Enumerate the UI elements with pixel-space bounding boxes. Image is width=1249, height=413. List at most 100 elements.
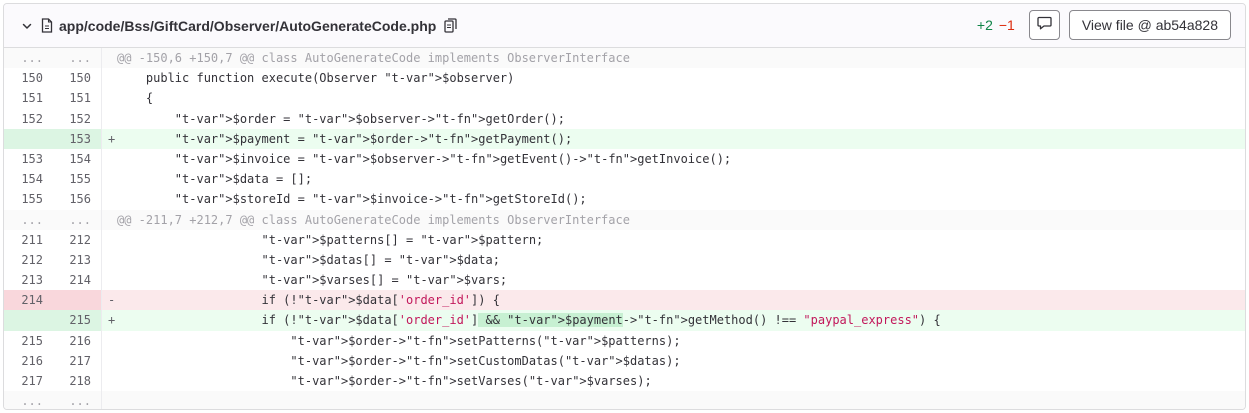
diff-line: 216 217 "t-var">$order->"t-fn">setCustomD… [4,350,1245,371]
diff-line-removed: 214 - if (!"t-var">$data['order_id']) { [4,290,1245,311]
code-line: "t-var">$data = []; [174,172,313,187]
old-line-number[interactable]: 151 [4,88,53,108]
old-line-number[interactable]: 153 [4,149,53,169]
diff-hunk-header: ...... @@ -211,7 +212,7 @@ class AutoGene… [4,209,1245,230]
comment-button[interactable] [1028,10,1060,40]
new-line-number[interactable]: 216 [53,330,102,351]
old-line-number[interactable]: 216 [4,351,53,371]
diff-line: 154 155 "t-var">$data = []; [4,169,1245,190]
file-path[interactable]: app/code/Bss/GiftCard/Observer/AutoGener… [59,18,436,34]
copy-icon[interactable] [444,18,458,34]
diff-hunk-header: ...... [4,391,1245,409]
new-line-number[interactable]: 150 [53,68,102,89]
new-line-number[interactable]: 214 [53,270,102,291]
diff-line-added: 153 + "t-var">$payment = "t-var">$order->… [4,128,1245,149]
code-line: "t-var">$order = "t-var">$observer->"t-f… [174,111,565,126]
diff-line-added: 215 + if (!"t-var">$data['order_id'] && "… [4,310,1245,331]
diff-sign [102,391,117,409]
diff-sign: + [108,313,116,328]
new-line-number[interactable]: 213 [53,249,102,271]
diff-line: 150 150 public function execute(Observer … [4,68,1245,89]
old-line-number[interactable]: ... [4,48,53,69]
code-line: if (!"t-var">$data['order_id'] && "t-var… [117,313,941,328]
diff-line: 212 213 "t-var">$datas[] = "t-var">$data; [4,249,1245,271]
code-line: "t-var">$datas[] = "t-var">$data; [261,252,500,267]
diff-line: 211 212 "t-var">$patterns[] = "t-var">$pa… [4,229,1245,250]
new-line-number[interactable]: 152 [53,108,102,129]
code-line: if (!"t-var">$data['order_id']) { [117,293,500,308]
diff-sign: + [108,131,116,146]
diff-sign [102,48,117,69]
diff-sign [102,68,117,88]
file-icon [41,18,55,34]
chevron-down-icon[interactable] [20,19,34,33]
diff-sign [102,230,117,250]
new-line-number[interactable]: 151 [53,88,102,109]
code-line [117,391,1245,409]
diff-sign [102,88,117,108]
old-line-number[interactable]: 150 [4,68,53,88]
diff-sign [102,250,117,270]
changed-segment: && "t-var">$payment [478,313,623,328]
diff-sign [102,351,117,371]
diff-line: 215 216 "t-var">$order->"t-fn">setPattern… [4,330,1245,351]
diff-sign [102,331,117,351]
new-line-number[interactable]: 155 [53,169,102,190]
code-line: { [117,91,154,106]
old-line-number[interactable]: 154 [4,169,53,189]
old-line-number[interactable]: 215 [4,331,53,351]
old-line-number[interactable]: 214 [4,290,53,311]
code-line: "t-var">$order->"t-fn">setVarses("t-var"… [290,374,652,388]
code-line: public function execute(Observer "t-var"… [117,71,515,86]
new-line-number[interactable]: 215 [53,310,102,331]
view-file-button[interactable]: View file @ ab54a828 [1068,10,1231,40]
old-line-number[interactable]: ... [4,391,53,409]
diff-hunk-header: ...... @@ -150,6 +150,7 @@ class AutoGene… [4,48,1245,69]
new-line-number[interactable]: ... [53,209,102,230]
new-line-number[interactable]: 154 [53,148,102,170]
code-line: "t-var">$order->"t-fn">setPatterns("t-va… [290,333,681,348]
old-line-number [4,128,53,149]
code-line: "t-var">$patterns[] = "t-var">$pattern; [261,232,544,247]
old-line-number[interactable]: 152 [4,109,53,129]
diff-header-actions: +2 −1 View file @ ab54a828 [977,10,1231,40]
old-line-number[interactable]: 155 [4,189,53,209]
diff-line: 153 154 "t-var">$invoice = "t-var">$obser… [4,148,1245,170]
diff-line: 151 151 { [4,88,1245,109]
old-line-number[interactable]: ... [4,209,53,230]
diff-line: 152 152 "t-var">$order = "t-var">$observe… [4,108,1245,129]
diff-file-header: app/code/Bss/GiftCard/Observer/AutoGener… [4,4,1245,48]
diff-sign [102,149,117,169]
code-line: "t-var">$invoice = "t-var">$observer->"t… [174,151,732,166]
new-line-number[interactable]: 153 [53,128,102,149]
deletions-count: −1 [998,17,1015,33]
diff-lines: ...... @@ -150,6 +150,7 @@ class AutoGene… [4,48,1245,409]
diff-sign [102,371,117,391]
code-line: "t-var">$order->"t-fn">setCustomDatas("t… [290,353,681,368]
code-line: "t-var">$storeId = "t-var">$invoice->"t-… [174,192,587,207]
comment-icon [1037,16,1052,35]
diff-sign [102,109,117,129]
old-line-number [4,310,53,331]
old-line-number[interactable]: 213 [4,270,53,290]
diff-sign [102,270,117,290]
diff-line: 217 218 "t-var">$order->"t-fn">setVarses(… [4,371,1245,392]
new-line-number[interactable]: 212 [53,229,102,250]
new-line-number [53,290,102,311]
diff-sign [102,189,117,209]
old-line-number[interactable]: 211 [4,230,53,250]
new-line-number[interactable]: ... [53,391,102,409]
new-line-number[interactable]: 217 [53,350,102,371]
code-line: @@ -211,7 +212,7 @@ class AutoGenerateCo… [117,209,1245,230]
code-line: "t-var">$varses[] = "t-var">$vars; [261,273,508,288]
additions-count: +2 [976,17,993,33]
new-line-number[interactable]: 218 [53,371,102,392]
old-line-number[interactable]: 217 [4,371,53,391]
diff-sign [102,169,117,189]
diff-line: 155 156 "t-var">$storeId = "t-var">$invoi… [4,189,1245,210]
diff-sign [102,209,117,230]
new-line-number[interactable]: 156 [53,189,102,210]
old-line-number[interactable]: 212 [4,250,53,270]
diff-file-panel: app/code/Bss/GiftCard/Observer/AutoGener… [3,3,1246,410]
new-line-number[interactable]: ... [53,48,102,69]
